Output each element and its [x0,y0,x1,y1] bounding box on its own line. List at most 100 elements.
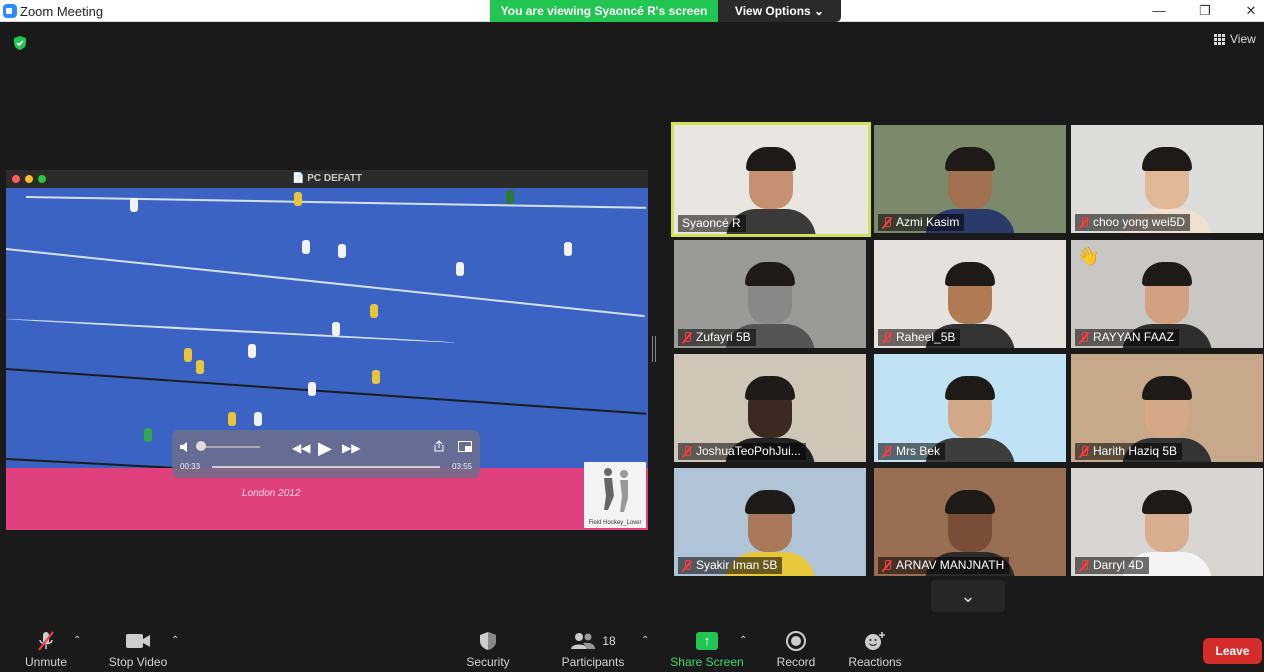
grid-view-icon [1214,33,1225,45]
participant-video-hair [1142,490,1192,514]
participant-name-tag: Darryl 4D [1075,557,1149,574]
view-options-button[interactable]: View Options ⌄ [718,0,841,22]
field-hockey-logo: Field Hockey_Lover [584,462,646,528]
participant-video-hair [945,147,995,171]
player [228,412,236,426]
participant-tile[interactable]: choo yong wei5D [1071,125,1263,233]
split-view-divider[interactable] [652,336,656,362]
participant-name-tag: RAYYAN FAAZ [1075,329,1179,346]
participants-options-caret-icon[interactable]: ⌃ [641,635,649,646]
participant-tile[interactable]: ARNAV MANJNATH [874,468,1066,576]
security-label: Security [466,655,510,669]
participant-name-tag: choo yong wei5D [1075,214,1191,231]
participant-tile[interactable]: Mrs Bek [874,354,1066,462]
security-shield-icon [480,632,496,650]
player [564,242,572,256]
stop-video-button[interactable]: Stop Video [93,630,183,669]
reactions-label: Reactions [848,655,902,669]
player [456,262,464,276]
player [294,192,302,206]
shared-window-title: 📄 PC DEFATT [291,173,363,184]
view-layout-button[interactable]: View [1214,32,1256,46]
record-label: Record [776,655,816,669]
raised-hand-icon: 👋 [1077,246,1100,266]
volume-icon[interactable] [180,442,192,452]
player [302,240,310,254]
muted-mic-icon [682,445,692,458]
share-options-caret-icon[interactable]: ⌃ [739,635,747,646]
participant-name: Syakir Iman 5B [696,558,778,572]
participant-tile[interactable]: 👋 RAYYAN FAAZ [1071,240,1263,348]
meeting-toolbar: Unmute ⌃ Stop Video ⌃ Security 18 Partic… [0,622,1264,672]
participants-label: Participants [561,655,625,669]
participant-name: Darryl 4D [1093,558,1144,572]
audio-options-caret-icon[interactable]: ⌃ [73,635,81,646]
muted-mic-icon [882,559,892,572]
stop-video-label: Stop Video [108,655,168,669]
participant-video-hair [745,490,795,514]
participant-video-hair [1142,262,1192,286]
participant-video-hair [745,262,795,286]
hockey-field-video [6,188,648,530]
participant-video-hair [1142,376,1192,400]
fence-line [6,368,647,415]
logo-caption: Field Hockey_Lover [588,520,642,526]
player [308,382,316,396]
record-icon [786,631,806,651]
security-button[interactable]: Security [443,630,533,669]
participant-tile[interactable]: Darryl 4D [1071,468,1263,576]
video-camera-icon [126,634,150,648]
leave-meeting-button[interactable]: Leave [1203,638,1262,664]
player [184,348,192,362]
close-button[interactable]: ✕ [1228,0,1264,22]
video-options-caret-icon[interactable]: ⌃ [171,635,179,646]
playback-scrubber[interactable] [212,466,440,468]
participant-name: JoshuaTeoPohJui... [696,444,801,458]
participant-name: Zufayri 5B [696,330,751,344]
participant-tile[interactable]: Syakir Iman 5B [674,468,866,576]
shared-window-titlebar: 📄 PC DEFATT [6,170,648,188]
participant-name-tag: Raheel_5B [878,329,961,346]
participant-name-tag: Syakir Iman 5B [678,557,783,574]
player [248,344,256,358]
player [506,190,514,204]
participant-tile[interactable]: Harith Haziq 5B [1071,354,1263,462]
participant-video-hair [746,147,796,171]
time-total: 03:55 [451,462,472,471]
participant-name: RAYYAN FAAZ [1093,330,1174,344]
participant-name: ARNAV MANJNATH [896,558,1005,572]
fast-forward-icon[interactable]: ▶▶ [342,441,360,455]
zoom-app-icon [3,4,17,18]
muted-mic-icon [1079,445,1089,458]
play-icon[interactable]: ▶ [318,438,332,459]
participant-name: Harith Haziq 5B [1093,444,1178,458]
participant-tile[interactable]: JoshuaTeoPohJui... [674,354,866,462]
minimize-button[interactable]: — [1136,0,1182,22]
rewind-icon[interactable]: ◀◀ [292,441,310,455]
participant-name-tag: Zufayri 5B [678,329,756,346]
participant-tile[interactable]: Zufayri 5B [674,240,866,348]
restore-button[interactable]: ❐ [1182,0,1228,22]
participant-tile[interactable]: Azmi Kasim [874,125,1066,233]
muted-mic-icon [1079,559,1089,572]
reactions-smiley-icon [865,632,885,650]
record-button[interactable]: Record [751,630,841,669]
participant-tile[interactable]: Syaoncé R [671,122,871,237]
participants-button[interactable]: 18 Participants [548,630,638,669]
gallery-scroll-down-button[interactable]: ⌄ [931,580,1005,612]
volume-knob[interactable] [196,441,206,451]
time-elapsed: 00:33 [180,462,201,471]
share-export-icon[interactable] [434,440,444,452]
participant-name: Syaoncé R [682,216,741,230]
unmute-label: Unmute [24,655,68,669]
participants-icon [571,633,596,649]
encryption-shield-icon[interactable] [12,35,28,51]
picture-in-picture-icon[interactable] [458,441,472,452]
participant-video-hair [945,262,995,286]
reactions-button[interactable]: Reactions [830,630,920,669]
participant-name: Azmi Kasim [896,215,960,229]
participant-tile[interactable]: Raheel_5B [874,240,1066,348]
media-player-controls[interactable]: ◀◀ ▶ ▶▶ 00:33 03:55 [172,430,480,478]
participant-gallery: Syaoncé R Azmi Kasim choo yong wei5D Zufayr… [671,122,1264,576]
shared-screen-view[interactable]: 📄 PC DEFATT ◀◀ ▶ ▶▶ 00:33 03:55 London 2… [6,170,648,530]
